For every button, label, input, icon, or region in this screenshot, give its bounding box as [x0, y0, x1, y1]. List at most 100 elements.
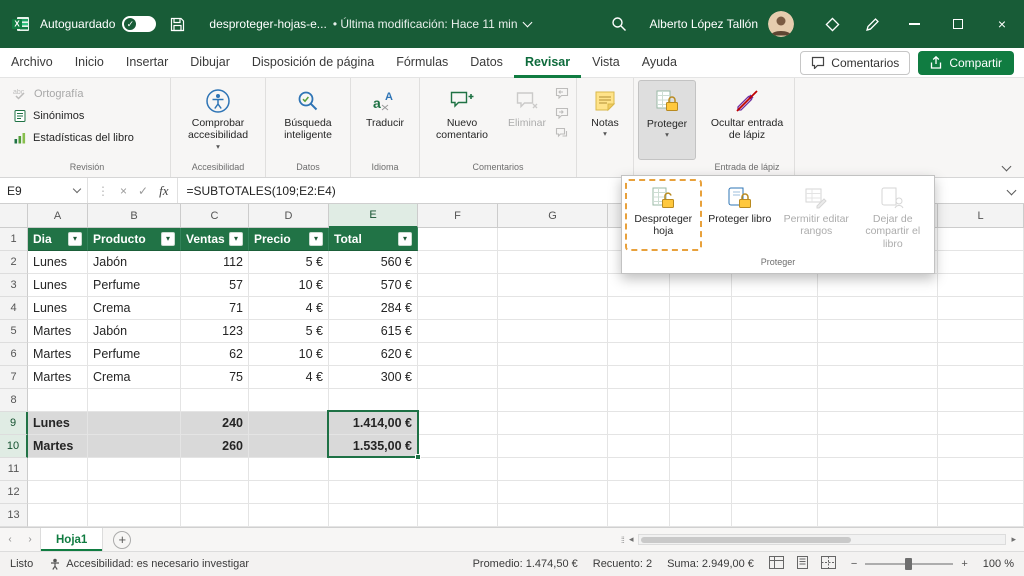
- sheet-tab-hoja1[interactable]: Hoja1: [40, 528, 103, 551]
- cell-L5[interactable]: [938, 320, 1024, 343]
- cell-B1[interactable]: Producto▾: [88, 228, 181, 251]
- cell-A3[interactable]: Lunes: [28, 274, 88, 297]
- cell-H4[interactable]: [608, 297, 670, 320]
- name-box[interactable]: E9: [0, 178, 88, 203]
- ribbon-tab-vista[interactable]: Vista: [581, 48, 631, 78]
- sheet-nav-right-icon[interactable]: ›: [20, 534, 40, 545]
- cell-A13[interactable]: [28, 504, 88, 527]
- search-icon[interactable]: [611, 16, 627, 32]
- scrollbar-thumb[interactable]: [641, 537, 851, 543]
- cell-K10[interactable]: [818, 435, 938, 458]
- cell-H5[interactable]: [608, 320, 670, 343]
- expand-formula-bar-icon[interactable]: [998, 178, 1024, 203]
- scroll-left-icon[interactable]: ◂: [629, 534, 634, 545]
- cell-F5[interactable]: [418, 320, 498, 343]
- cell-B6[interactable]: Perfume: [88, 343, 181, 366]
- cell-G4[interactable]: [498, 297, 608, 320]
- smart-lookup-button[interactable]: Búsqueda inteligente: [270, 80, 346, 160]
- horizontal-scrollbar[interactable]: [638, 534, 1006, 545]
- cell-G10[interactable]: [498, 435, 608, 458]
- collapse-ribbon-icon[interactable]: [1003, 159, 1010, 173]
- cell-E11[interactable]: [329, 458, 418, 481]
- cell-L1[interactable]: [938, 228, 1024, 251]
- page-layout-view-icon[interactable]: [795, 556, 810, 572]
- document-title[interactable]: desproteger-hojas-e... • Última modifica…: [209, 17, 530, 31]
- column-header-D[interactable]: D: [249, 204, 329, 228]
- row-header-6[interactable]: 6: [0, 343, 28, 366]
- cell-I9[interactable]: [670, 412, 732, 435]
- page-break-view-icon[interactable]: [821, 556, 836, 572]
- notes-button[interactable]: Notas ▾: [581, 80, 629, 160]
- autosave-toggle[interactable]: ✓: [122, 16, 156, 32]
- row-header-3[interactable]: 3: [0, 274, 28, 297]
- cell-A8[interactable]: [28, 389, 88, 412]
- zoom-slider[interactable]: [865, 563, 953, 565]
- column-header-E[interactable]: E: [329, 204, 418, 228]
- flyout-item-desproteger-hoja[interactable]: Desproteger hoja: [625, 179, 702, 251]
- cell-L11[interactable]: [938, 458, 1024, 481]
- cell-L4[interactable]: [938, 297, 1024, 320]
- cell-F11[interactable]: [418, 458, 498, 481]
- cell-A7[interactable]: Martes: [28, 366, 88, 389]
- filter-button-precio[interactable]: ▾: [309, 232, 323, 246]
- minimize-button[interactable]: [892, 0, 936, 48]
- cell-K3[interactable]: [818, 274, 938, 297]
- row-header-4[interactable]: 4: [0, 297, 28, 320]
- cell-C6[interactable]: 62: [181, 343, 249, 366]
- cell-J3[interactable]: [732, 274, 818, 297]
- column-header-A[interactable]: A: [28, 204, 88, 228]
- cell-L3[interactable]: [938, 274, 1024, 297]
- cell-C9[interactable]: 240: [181, 412, 249, 435]
- zoom-level[interactable]: 100 %: [983, 558, 1014, 570]
- cell-C10[interactable]: 260: [181, 435, 249, 458]
- cell-E2[interactable]: 560 €: [329, 251, 418, 274]
- cell-C3[interactable]: 57: [181, 274, 249, 297]
- close-button[interactable]: ×: [980, 0, 1024, 48]
- cell-G13[interactable]: [498, 504, 608, 527]
- row-header-11[interactable]: 11: [0, 458, 28, 481]
- cell-D3[interactable]: 10 €: [249, 274, 329, 297]
- cell-J8[interactable]: [732, 389, 818, 412]
- cell-H10[interactable]: [608, 435, 670, 458]
- cell-B5[interactable]: Jabón: [88, 320, 181, 343]
- cell-H11[interactable]: [608, 458, 670, 481]
- translate-button[interactable]: aA Traducir: [355, 80, 415, 160]
- cell-E6[interactable]: 620 €: [329, 343, 418, 366]
- fill-handle[interactable]: [415, 454, 421, 460]
- column-header-C[interactable]: C: [181, 204, 249, 228]
- cell-H12[interactable]: [608, 481, 670, 504]
- cell-F1[interactable]: [418, 228, 498, 251]
- cell-J4[interactable]: [732, 297, 818, 320]
- thesaurus-button[interactable]: Sinónimos: [8, 105, 166, 126]
- row-header-7[interactable]: 7: [0, 366, 28, 389]
- new-sheet-button[interactable]: +: [113, 531, 131, 549]
- column-header-L[interactable]: L: [938, 204, 1024, 228]
- cell-A2[interactable]: Lunes: [28, 251, 88, 274]
- cell-K9[interactable]: [818, 412, 938, 435]
- cell-D13[interactable]: [249, 504, 329, 527]
- cell-I11[interactable]: [670, 458, 732, 481]
- cell-C1[interactable]: Ventas▾: [181, 228, 249, 251]
- ribbon-tab-ayuda[interactable]: Ayuda: [631, 48, 688, 78]
- cell-B12[interactable]: [88, 481, 181, 504]
- cell-H7[interactable]: [608, 366, 670, 389]
- cell-J5[interactable]: [732, 320, 818, 343]
- cell-B10[interactable]: [88, 435, 181, 458]
- row-header-1[interactable]: 1: [0, 228, 28, 251]
- zoom-in-icon[interactable]: +: [961, 558, 967, 570]
- cell-F8[interactable]: [418, 389, 498, 412]
- cell-H9[interactable]: [608, 412, 670, 435]
- workbook-statistics-button[interactable]: Estadísticas del libro: [8, 127, 166, 148]
- cell-C12[interactable]: [181, 481, 249, 504]
- scroll-right-icon[interactable]: ▸: [1011, 534, 1016, 545]
- cell-A9[interactable]: Lunes: [28, 412, 88, 435]
- cell-B9[interactable]: [88, 412, 181, 435]
- cell-I8[interactable]: [670, 389, 732, 412]
- column-header-F[interactable]: F: [418, 204, 498, 228]
- cell-L10[interactable]: [938, 435, 1024, 458]
- cell-K4[interactable]: [818, 297, 938, 320]
- cell-E10[interactable]: 1.535,00 €: [329, 435, 418, 458]
- cell-E12[interactable]: [329, 481, 418, 504]
- cell-A1[interactable]: Dia▾: [28, 228, 88, 251]
- cell-C2[interactable]: 112: [181, 251, 249, 274]
